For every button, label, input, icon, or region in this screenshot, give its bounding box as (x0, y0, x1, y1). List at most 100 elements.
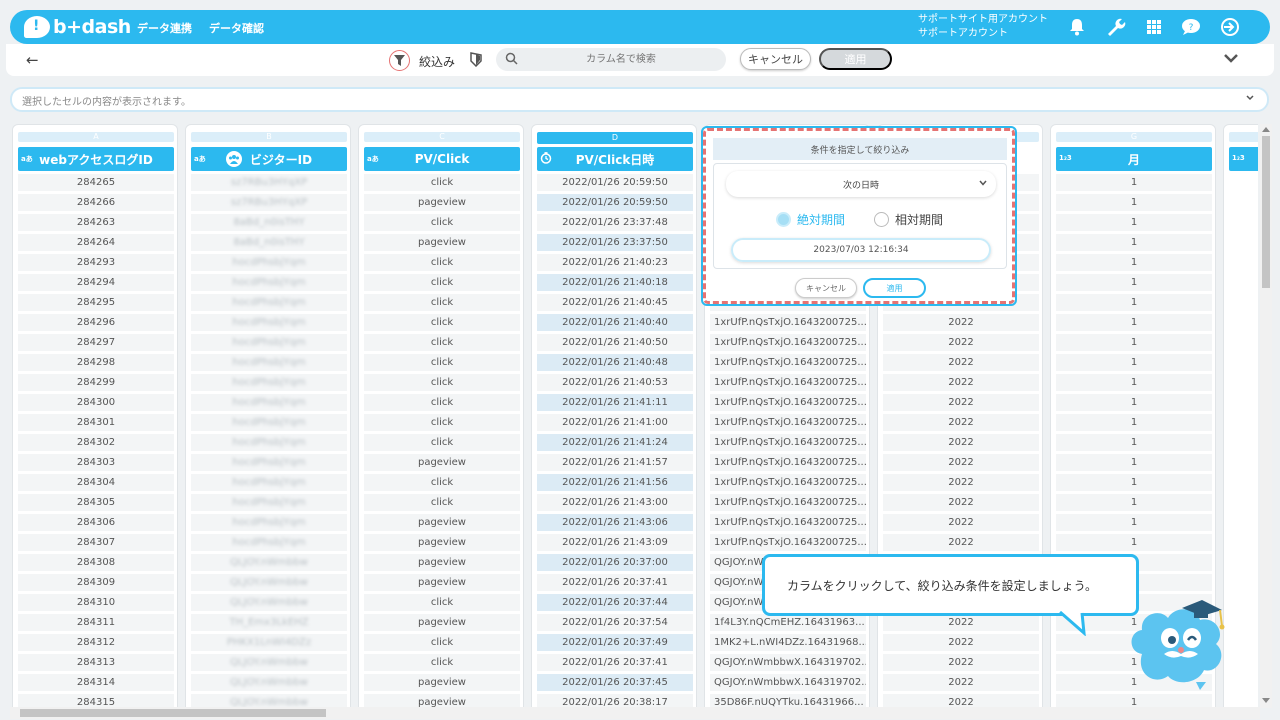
column-letter[interactable]: C (364, 132, 520, 142)
table-cell[interactable]: QLJOY.nWmbbw (191, 594, 347, 611)
table-cell[interactable]: QLJOY.nWmbbw (191, 654, 347, 671)
column-header[interactable]: aあ webアクセスログID (18, 147, 174, 171)
table-cell[interactable]: 1 (1056, 354, 1212, 371)
table-cell[interactable]: 1xrUfP.nQsTxjO.1643200725... (710, 334, 866, 351)
table-cell[interactable]: 1 (1056, 494, 1212, 511)
table-cell[interactable]: hocdPhsbjYqm (191, 534, 347, 551)
table-cell[interactable]: QLJOY.nWmbbw (191, 674, 347, 691)
table-cell[interactable]: hocdPhsbjYqm (191, 274, 347, 291)
table-cell[interactable]: 2022 (883, 354, 1039, 371)
table-cell[interactable]: QGJOY.nWmbbwX.164319702... (710, 674, 866, 691)
horizontal-scrollbar[interactable] (10, 707, 1260, 719)
column-search-input[interactable] (526, 48, 716, 71)
table-cell[interactable]: 1 (1056, 474, 1212, 491)
table-cell[interactable]: 284294 (18, 274, 174, 291)
vertical-scrollbar[interactable] (1260, 124, 1272, 708)
table-cell[interactable]: 2022 (883, 614, 1039, 631)
table-cell[interactable]: sz7RBu3HYqXP (191, 174, 347, 191)
vertical-scroll-thumb[interactable] (1262, 136, 1270, 288)
table-cell[interactable]: 2022/01/26 21:43:06 (537, 514, 693, 531)
table-cell[interactable]: 284296 (18, 314, 174, 331)
column-letter[interactable]: G (1056, 132, 1212, 142)
chevron-down-icon[interactable] (1222, 49, 1240, 70)
table-cell[interactable]: pageview (364, 194, 520, 211)
table-cell[interactable]: 1MK2+L.nWI4DZz.16431968... (710, 634, 866, 651)
column-header[interactable]: aあ ビジターID (191, 147, 347, 171)
table-cell[interactable]: 1 (1056, 234, 1212, 251)
column-letter[interactable]: A (18, 132, 174, 142)
table-cell[interactable]: 1f4L3Y.nQCmEHZ.16431963... (710, 614, 866, 631)
column-header[interactable]: PV/Click日時 (537, 147, 693, 171)
table-cell[interactable]: hocdPhsbjYqm (191, 434, 347, 451)
table-cell[interactable]: hocdPhsbjYqm (191, 254, 347, 271)
table-cell[interactable]: pageview (364, 614, 520, 631)
logout-icon[interactable] (1219, 17, 1241, 37)
table-cell[interactable]: 2022 (883, 514, 1039, 531)
column-d[interactable]: D PV/Click日時 2022/01/26 20:59:50 2022/01/… (531, 124, 697, 707)
table-cell[interactable]: 1 (1056, 294, 1212, 311)
table-cell[interactable]: 2022/01/26 21:41:11 (537, 394, 693, 411)
table-cell[interactable]: hocdPhsbjYqm (191, 354, 347, 371)
table-cell[interactable]: click (364, 254, 520, 271)
table-cell[interactable]: hocdPhsbjYqm (191, 394, 347, 411)
table-cell[interactable]: 2022 (883, 474, 1039, 491)
table-cell[interactable]: hocdPhsbjYqm (191, 474, 347, 491)
table-cell[interactable]: 2022/01/26 21:40:53 (537, 374, 693, 391)
table-cell[interactable]: 1xrUfP.nQsTxjO.1643200725... (710, 414, 866, 431)
table-cell[interactable]: click (364, 294, 520, 311)
table-cell[interactable]: 2022/01/26 21:41:57 (537, 454, 693, 471)
table-cell[interactable]: 1xrUfP.nQsTxjO.1643200725... (710, 514, 866, 531)
table-cell[interactable]: 1xrUfP.nQsTxjO.1643200725... (710, 494, 866, 511)
table-cell[interactable]: 284312 (18, 634, 174, 651)
column-letter[interactable]: D (537, 132, 693, 144)
table-cell[interactable]: 2022 (883, 334, 1039, 351)
table-cell[interactable]: 284301 (18, 414, 174, 431)
table-cell[interactable]: sz7RBu3HYqXP (191, 194, 347, 211)
table-cell[interactable]: 1 (1056, 454, 1212, 471)
table-cell[interactable]: click (364, 274, 520, 291)
table-cell[interactable]: pageview (364, 454, 520, 471)
table-cell[interactable]: 284311 (18, 614, 174, 631)
table-cell[interactable]: 2022/01/26 21:40:48 (537, 354, 693, 371)
table-cell[interactable]: click (364, 174, 520, 191)
table-cell[interactable]: click (364, 434, 520, 451)
table-cell[interactable]: 1xrUfP.nQsTxjO.1643200725... (710, 374, 866, 391)
table-cell[interactable]: 35D86F.nUQYTku.16431966... (710, 694, 866, 707)
table-cell[interactable]: 2022/01/26 21:41:00 (537, 414, 693, 431)
table-cell[interactable]: pageview (364, 674, 520, 691)
radio-relative-period[interactable]: 相対期間 (874, 211, 943, 227)
table-cell[interactable]: 2022 (883, 434, 1039, 451)
table-cell[interactable]: 284303 (18, 454, 174, 471)
table-cell[interactable]: 2022/01/26 20:37:00 (537, 554, 693, 571)
table-cell[interactable]: 284313 (18, 654, 174, 671)
table-cell[interactable]: 284299 (18, 374, 174, 391)
table-cell[interactable]: hocdPhsbjYqm (191, 294, 347, 311)
back-arrow-icon[interactable]: ← (26, 51, 39, 69)
table-cell[interactable]: QGJOY.nWmbbwX.164319702... (710, 654, 866, 671)
radio-absolute-period[interactable]: 絶対期間 (776, 211, 845, 227)
table-cell[interactable]: 284304 (18, 474, 174, 491)
table-cell[interactable]: pageview (364, 234, 520, 251)
table-cell[interactable]: 1 (1056, 334, 1212, 351)
table-cell[interactable]: 1 (1056, 174, 1212, 191)
table-cell[interactable]: pageview (364, 574, 520, 591)
table-cell[interactable]: 2022/01/26 20:37:45 (537, 674, 693, 691)
table-cell[interactable]: 2022/01/26 20:37:54 (537, 614, 693, 631)
table-cell[interactable]: 2022/01/26 21:43:09 (537, 534, 693, 551)
table-cell[interactable]: 2022 (883, 314, 1039, 331)
table-cell[interactable]: 284298 (18, 354, 174, 371)
date-input[interactable]: 2023/07/03 12:16:34 (731, 238, 991, 262)
table-cell[interactable]: 2022/01/26 21:40:18 (537, 274, 693, 291)
table-cell[interactable]: 1 (1056, 314, 1212, 331)
table-cell[interactable]: 1xrUfP.nQsTxjO.1643200725... (710, 474, 866, 491)
column-c[interactable]: C aあ PV/Click click pageview click pageview… (358, 124, 524, 707)
table-cell[interactable]: 284308 (18, 554, 174, 571)
table-cell[interactable]: 2022 (883, 454, 1039, 471)
table-cell[interactable]: 1 (1056, 414, 1212, 431)
table-cell[interactable]: click (364, 494, 520, 511)
table-cell[interactable]: click (364, 654, 520, 671)
column-header[interactable]: 1₂3 (1229, 147, 1258, 171)
column-b[interactable]: B aあ ビジターID sz7RBu3HYqXP sz7RBu3HYqXP 8aBd… (185, 124, 351, 707)
horizontal-scroll-thumb[interactable] (20, 709, 326, 717)
table-cell[interactable]: hocdPhsbjYqm (191, 334, 347, 351)
